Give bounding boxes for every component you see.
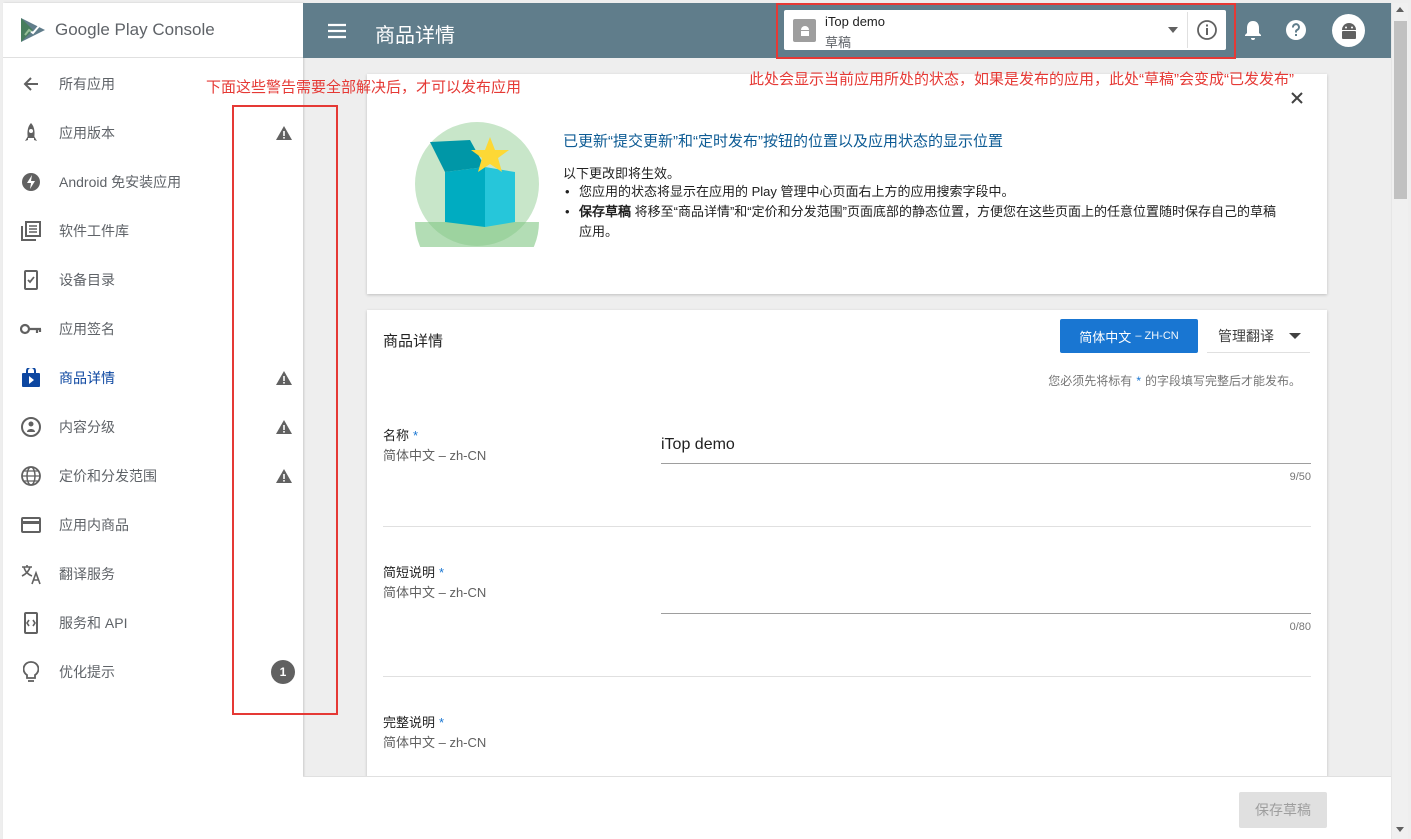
field-label-text: 简短说明 [383, 565, 436, 580]
avatar[interactable] [1332, 14, 1365, 47]
title-char-counter: 9/50 [1289, 471, 1311, 483]
annotation-left-text: 下面这些警告需要全部解决后，才可以发布应用 [206, 79, 522, 96]
caret-down-icon [1289, 333, 1301, 339]
key-icon [20, 318, 42, 340]
rating-icon [20, 416, 42, 438]
short-description-char-counter: 0/80 [1289, 621, 1311, 633]
sidebar-item-label: 优化提示 [59, 664, 115, 680]
notice-bullet: 您应用的状态将显示在应用的 Play 管理中心页面右上方的应用搜索字段中。 [563, 182, 1283, 202]
notice-bullet-bold: 保存草稿 [579, 204, 632, 219]
translate-icon [20, 563, 42, 585]
store-listing-card: 商品详情 简体中文 – ZH-CN 管理翻译 您必须先将标有 * 的字段填写完整后才… [367, 310, 1327, 780]
title-field-locale: 简体中文 – zh-CN [383, 448, 487, 463]
scroll-down-arrow-icon[interactable] [1396, 827, 1404, 832]
sidebar-item-label: 应用内商品 [59, 517, 129, 533]
page-title: 商品详情 [375, 25, 455, 47]
back-label: 所有应用 [59, 76, 115, 92]
field-label-text: 完整说明 [383, 715, 436, 730]
close-icon[interactable] [1289, 90, 1305, 106]
api-icon [20, 612, 42, 634]
language-code: – ZH-CN [1135, 330, 1179, 342]
play-console-logo-icon [21, 18, 45, 42]
required-star: * [439, 565, 445, 580]
manage-translations-dropdown[interactable]: 管理翻译 [1207, 319, 1310, 353]
logo[interactable]: Google Play Console [3, 3, 303, 58]
sidebar-item-label: Android 免安装应用 [59, 174, 182, 190]
arrow-back-icon [20, 73, 42, 95]
sidebar-item-label: 服务和 API [59, 615, 128, 631]
full-description-locale: 简体中文 – zh-CN [383, 735, 487, 750]
sidebar-item-label: 内容分级 [59, 419, 115, 435]
gift-box-illustration-icon [415, 122, 539, 247]
bottom-action-bar: 保存草稿 [303, 776, 1391, 839]
required-star: * [1136, 374, 1141, 388]
rocket-icon [20, 122, 42, 144]
sidebar-item-label: 应用版本 [59, 125, 115, 141]
scroll-up-arrow-icon[interactable] [1396, 7, 1404, 12]
language-button[interactable]: 简体中文 – ZH-CN [1060, 319, 1198, 353]
library-icon [20, 220, 42, 242]
lightbulb-icon [20, 661, 42, 683]
short-description-input[interactable] [661, 586, 1311, 614]
sidebar-item-label: 商品详情 [59, 370, 115, 386]
notice-bullet-text: 将移至“商品详情”和“定价和分发范围”页面底部的静态位置，方便您在这些页面上的任… [579, 204, 1276, 239]
sidebar-item-label: 设备目录 [59, 272, 115, 288]
annotation-app-status-box [776, 3, 1236, 59]
save-draft-button[interactable]: 保存草稿 [1239, 792, 1327, 828]
scrollbar[interactable] [1391, 3, 1408, 839]
full-description-label: 完整说明 * [383, 712, 444, 731]
sidebar-item-label: 翻译服务 [59, 566, 115, 582]
help-icon[interactable] [1284, 18, 1308, 42]
short-description-locale: 简体中文 – zh-CN [383, 585, 487, 600]
required-note-text: 的字段填写完整后才能发布。 [1144, 374, 1301, 388]
sidebar-item-label: 软件工件库 [59, 223, 129, 239]
title-input[interactable]: iTop demo [661, 436, 1311, 464]
notice-list: 您应用的状态将显示在应用的 Play 管理中心页面右上方的应用搜索字段中。 保存… [563, 182, 1283, 242]
language-label: 简体中文 [1079, 329, 1132, 345]
required-fields-note: 您必须先将标有 * 的字段填写完整后才能发布。 [1048, 372, 1301, 389]
menu-icon[interactable] [325, 19, 349, 43]
notice-card: 已更新“提交更新”和“定时发布”按钮的位置以及应用状态的显示位置 以下更改即将生… [367, 74, 1327, 294]
short-description-label: 简短说明 * [383, 562, 444, 581]
required-note-text: 您必须先将标有 [1048, 374, 1133, 388]
bolt-icon [20, 171, 42, 193]
card-icon [20, 514, 42, 536]
sidebar-item-label: 定价和分发范围 [59, 468, 157, 484]
store-icon [20, 367, 42, 389]
logo-google-text: Google Play [55, 20, 148, 39]
scrollbar-thumb[interactable] [1394, 21, 1407, 199]
notice-bullet: 保存草稿 将移至“商品详情”和“定价和分发范围”页面底部的静态位置，方便您在这些… [563, 202, 1283, 242]
devices-icon [20, 269, 42, 291]
globe-icon [20, 465, 42, 487]
title-field-label: 名称 * [383, 425, 418, 444]
logo-console-text: Console [152, 20, 215, 39]
manage-translations-label: 管理翻译 [1218, 327, 1274, 344]
sidebar-item-label: 应用签名 [59, 321, 115, 337]
logo-text: Google Play Console [55, 20, 215, 40]
section-title: 商品详情 [383, 333, 444, 350]
annotation-right-text: 此处会显示当前应用所处的状态，如果是发布的应用，此处“草稿”会变成“已发发布” [749, 71, 1294, 88]
bell-icon[interactable] [1241, 18, 1265, 42]
annotation-warnings-box [232, 105, 338, 715]
divider [383, 676, 1311, 677]
notice-intro: 以下更改即将生效。 [563, 166, 681, 181]
required-star: * [439, 715, 445, 730]
divider [383, 526, 1311, 527]
field-label-text: 名称 [383, 428, 410, 443]
notice-title: 已更新“提交更新”和“定时发布”按钮的位置以及应用状态的显示位置 [563, 133, 1003, 150]
required-star: * [413, 428, 419, 443]
